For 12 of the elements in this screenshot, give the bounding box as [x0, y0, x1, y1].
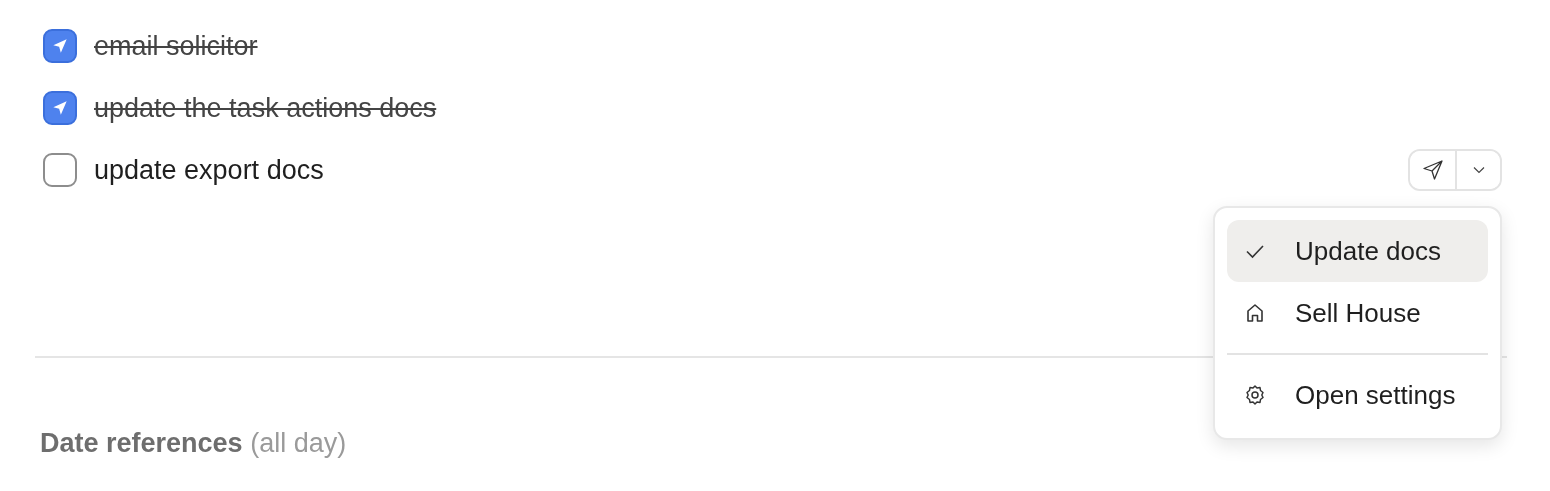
settings-icon — [1243, 383, 1267, 407]
checkbox[interactable] — [43, 29, 77, 63]
menu-item[interactable]: Update docs — [1227, 220, 1488, 282]
task-text: update the task actions docs — [94, 92, 437, 124]
task-text: update export docs — [94, 154, 324, 186]
menu-item[interactable]: Open settings — [1227, 364, 1488, 426]
task-text: email solicitor — [94, 30, 258, 62]
section-heading: Date references (all day) — [40, 428, 347, 459]
menu-item[interactable]: Sell House — [1227, 282, 1488, 344]
checkbox[interactable] — [43, 91, 77, 125]
checkbox[interactable] — [43, 153, 77, 187]
send-icon — [1420, 158, 1445, 182]
